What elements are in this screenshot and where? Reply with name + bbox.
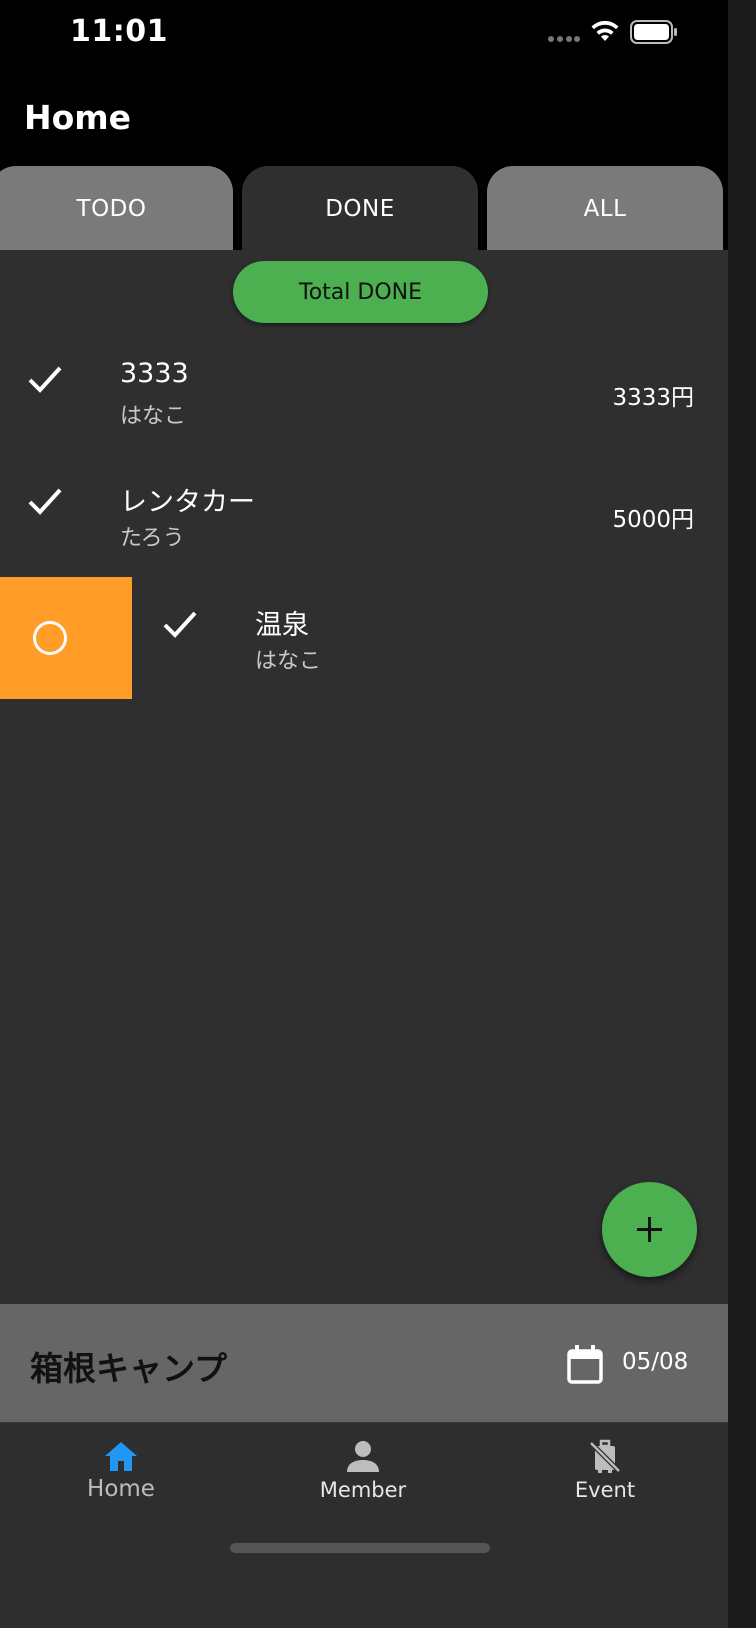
bottom-navigation: Home Member Event xyxy=(0,1422,728,1628)
nav-label-event: Event xyxy=(574,1478,636,1502)
total-done-button[interactable]: Total DONE xyxy=(233,261,488,323)
status-time: 11:01 xyxy=(70,14,168,49)
item-member: はなこ xyxy=(255,649,322,674)
item-amount: 5000円 xyxy=(612,507,694,533)
person-icon xyxy=(347,1441,379,1472)
plus-icon xyxy=(637,1217,662,1242)
event-name: 箱根キャンプ xyxy=(30,1349,228,1388)
nav-item-member[interactable]: Member xyxy=(242,1423,484,1533)
nav-label-member: Member xyxy=(319,1478,407,1502)
item-title: レンタカー xyxy=(120,487,255,518)
check-icon[interactable] xyxy=(27,486,63,516)
battery-icon xyxy=(630,20,677,44)
item-list-panel: Total DONE 3333 はなこ 3333円 レンタカー たろう 5000… xyxy=(0,250,728,1304)
page-title: Home xyxy=(24,98,132,137)
nav-item-home[interactable]: Home xyxy=(0,1423,242,1533)
item-title: 3333 xyxy=(120,358,189,389)
event-bar: 箱根キャンプ 05/08 xyxy=(0,1304,728,1422)
check-icon[interactable] xyxy=(162,609,198,639)
wifi-icon xyxy=(591,20,619,41)
home-icon xyxy=(105,1442,137,1471)
status-bar: 11:01 xyxy=(0,0,728,68)
nav-label-home: Home xyxy=(87,1476,155,1502)
nav-item-event[interactable]: Event xyxy=(484,1423,726,1533)
no-luggage-icon xyxy=(589,1439,621,1473)
app-bar: Home xyxy=(0,68,728,166)
item-amount: 3333円 xyxy=(612,385,694,411)
tab-bar: TODO DONE ALL xyxy=(0,166,728,252)
item-title: 温泉 xyxy=(255,610,309,641)
add-item-button[interactable] xyxy=(602,1182,697,1277)
circle-icon xyxy=(33,621,67,655)
signal-dots-icon xyxy=(548,36,580,42)
window-edge xyxy=(728,0,756,1628)
item-member: たろう xyxy=(120,526,185,551)
home-indicator xyxy=(230,1543,490,1553)
calendar-icon[interactable] xyxy=(566,1344,604,1384)
list-item[interactable]: 3333 はなこ 3333円 xyxy=(0,334,728,456)
check-icon[interactable] xyxy=(27,364,63,394)
tab-done[interactable]: DONE xyxy=(242,166,478,252)
event-date: 05/08 xyxy=(622,1349,689,1375)
list-item[interactable]: レンタカー たろう 5000円 xyxy=(0,456,728,578)
app-screen: 11:01 Home TODO DONE ALL Total DONE 3333… xyxy=(0,0,728,1628)
tab-todo[interactable]: TODO xyxy=(0,166,233,252)
swipe-undo-action[interactable] xyxy=(0,577,132,699)
item-member: はなこ xyxy=(120,404,187,429)
list-item-swiped[interactable]: 温泉 はなこ xyxy=(0,577,728,699)
tab-all[interactable]: ALL xyxy=(487,166,723,252)
